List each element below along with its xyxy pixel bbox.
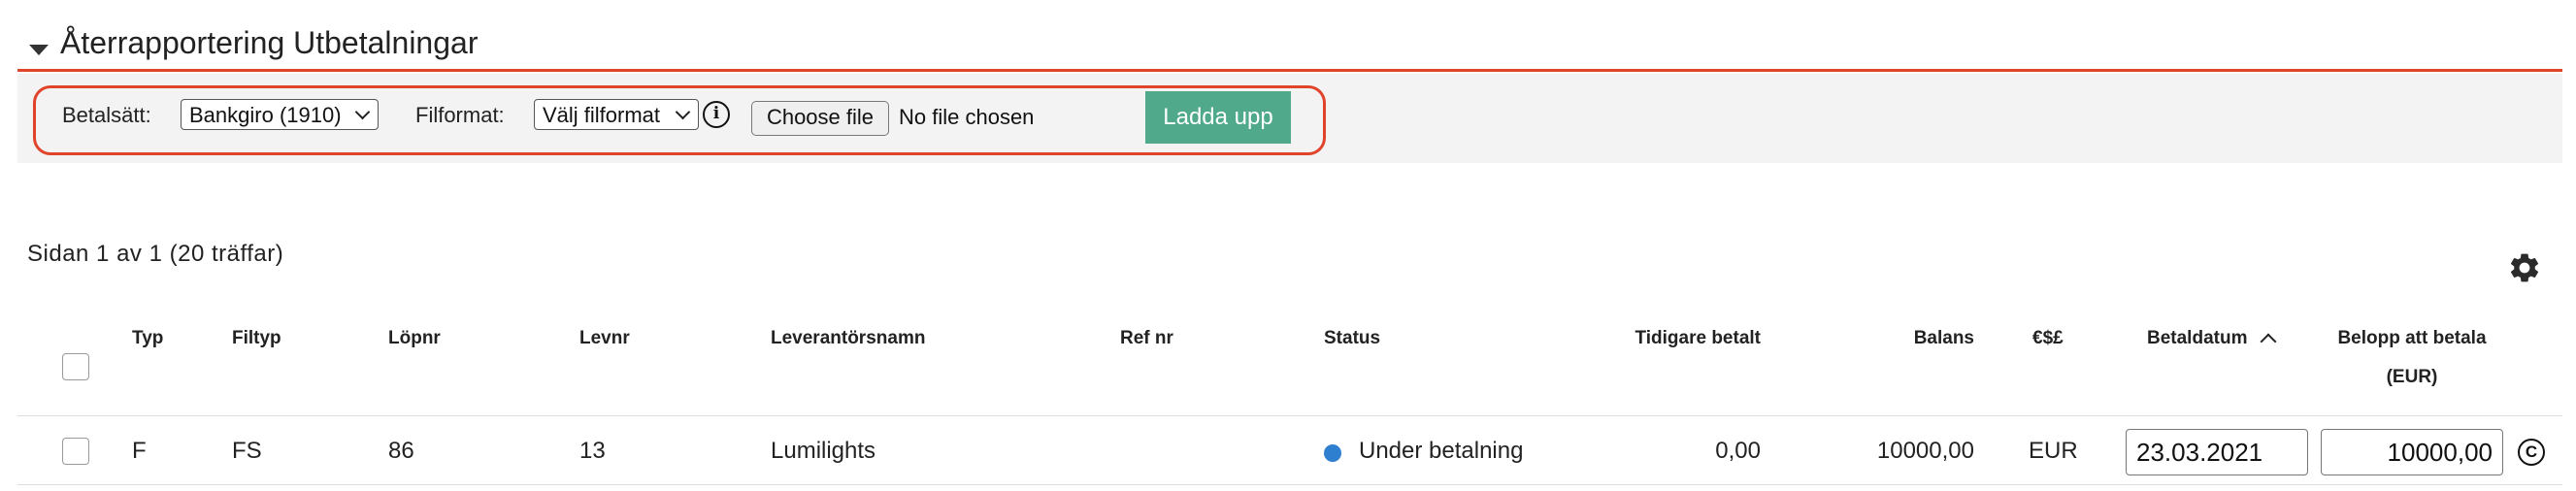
column-header-leverantorsnamn[interactable]: Leverantörsnamn [771,328,925,349]
cell-leverantorsnamn: Lumilights [771,438,876,464]
gear-icon[interactable] [2507,250,2542,285]
file-format-label: Filformat: [415,103,505,127]
upload-button[interactable]: Ladda upp [1145,91,1291,144]
column-header-belopp-currency: (EUR) [2386,367,2438,387]
select-all-checkbox[interactable] [62,353,89,380]
section-header[interactable]: Återrapportering Utbetalningar [17,21,2562,72]
sort-ascending-icon[interactable] [2260,333,2277,350]
cell-typ: F [132,438,147,464]
column-header-lopnr[interactable]: Löpnr [388,328,441,349]
pagination-info: Sidan 1 av 1 (20 träffar) [27,241,284,267]
payment-method-select[interactable]: Bankgiro (1910) [181,99,379,130]
cell-balans: 10000,00 [1876,438,1974,464]
column-header-tidigare-betalt[interactable]: Tidigare betalt [1553,328,1761,349]
chevron-down-icon [354,104,371,120]
column-header-betaldatum[interactable]: Betaldatum [2147,328,2247,349]
payment-date-input[interactable]: 23.03.2021 [2126,429,2308,475]
copy-icon[interactable]: C [2518,439,2545,466]
file-format-value: Välj filformat [543,103,661,127]
payment-method-value: Bankgiro (1910) [189,103,342,127]
no-file-chosen-text: No file chosen [899,105,1035,129]
cell-tidigare-betalt: 0,00 [1715,438,1761,464]
cell-filtyp: FS [232,438,262,464]
payment-method-label: Betalsätt: [62,103,151,127]
chevron-down-icon [675,104,691,120]
cell-lopnr: 86 [388,438,414,464]
amount-input[interactable]: 10000,00 [2321,429,2503,475]
column-header-belopp[interactable]: Belopp att betala [2320,328,2504,349]
status-dot-icon [1324,444,1341,462]
cell-status: Under betalning [1359,438,1524,464]
info-icon[interactable]: i [703,101,730,128]
column-header-balans[interactable]: Balans [1805,328,1974,349]
header-separator [17,415,2562,416]
row-checkbox[interactable] [62,438,89,465]
section-title: Återrapportering Utbetalningar [60,25,479,60]
file-format-select[interactable]: Välj filformat [534,99,699,130]
column-header-filtyp[interactable]: Filtyp [232,328,281,349]
caret-down-icon[interactable] [29,45,49,55]
cell-currency: EUR [2029,438,2078,464]
column-header-typ[interactable]: Typ [132,328,163,349]
cell-levnr: 13 [579,438,606,464]
choose-file-button[interactable]: Choose file [751,101,889,136]
column-header-refnr[interactable]: Ref nr [1120,328,1173,349]
column-header-levnr[interactable]: Levnr [579,328,630,349]
column-header-status[interactable]: Status [1324,328,1380,349]
row-separator [17,484,2562,485]
column-header-currency[interactable]: €$£ [2032,328,2064,349]
